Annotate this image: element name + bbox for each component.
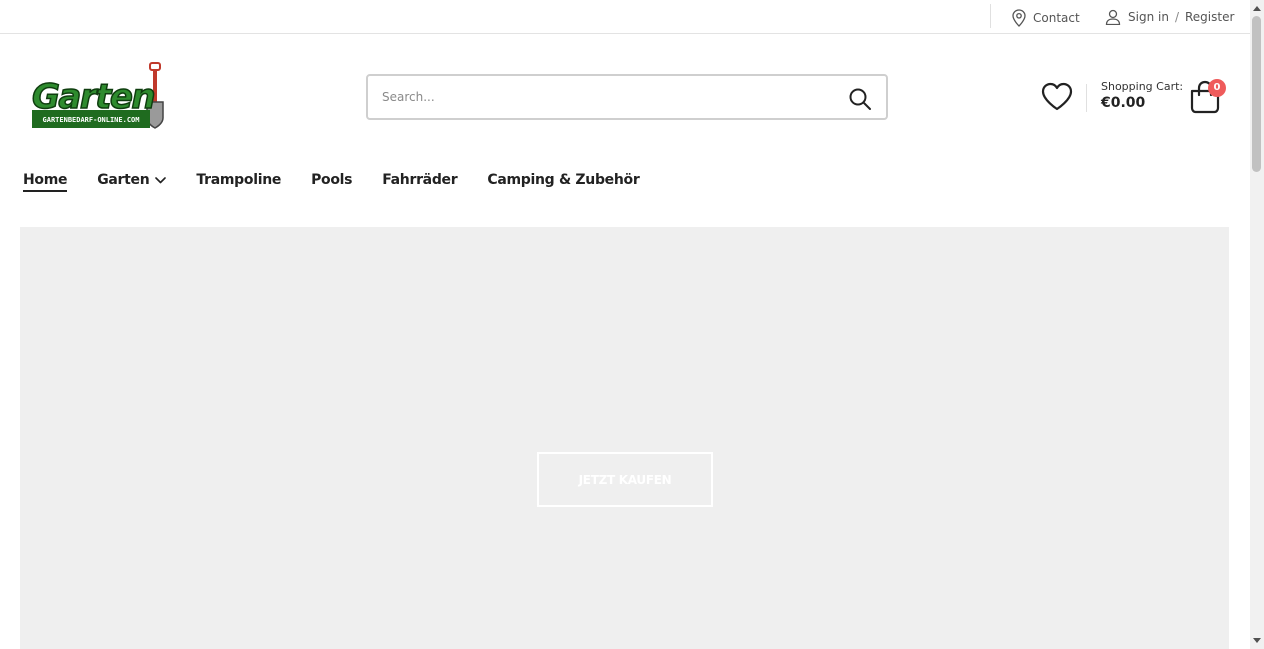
- contact-link[interactable]: Contact: [1012, 9, 1080, 27]
- top-bar: Contact Sign in / Register: [0, 0, 1250, 34]
- nav-item-label: Pools: [311, 172, 353, 188]
- search-box: [366, 74, 888, 120]
- scrollbar-thumb[interactable]: [1252, 16, 1261, 172]
- nav-item-label: Fahrräder: [382, 172, 458, 188]
- heart-icon: [1041, 82, 1073, 111]
- nav-item-home[interactable]: Home: [23, 172, 68, 192]
- cart-count-badge: 0: [1208, 79, 1226, 97]
- hero-banner: JETZT KAUFEN: [20, 227, 1229, 649]
- svg-text:GARTENBEDARF-ONLINE.COM: GARTENBEDARF-ONLINE.COM: [43, 116, 140, 124]
- cart-total: €0.00: [1101, 95, 1146, 111]
- top-bar-divider: [990, 4, 991, 28]
- page-scrollbar[interactable]: [1250, 0, 1264, 649]
- nav-item-label: Camping & Zubehör: [487, 172, 640, 188]
- search-input[interactable]: [382, 87, 822, 107]
- hero-shop-now-button[interactable]: JETZT KAUFEN: [537, 452, 713, 507]
- user-icon: [1105, 9, 1121, 25]
- garten-logo-icon: GARTENBEDARF-ONLINE.COM Garten: [31, 62, 164, 129]
- account-links: Sign in / Register: [1105, 9, 1234, 25]
- nav-item-camping[interactable]: Camping & Zubehör: [487, 172, 639, 188]
- nav-item-label: Garten: [97, 172, 150, 188]
- nav-item-pools[interactable]: Pools: [311, 172, 352, 188]
- cart-label: Shopping Cart:: [1101, 80, 1184, 93]
- header-divider: [1086, 84, 1087, 112]
- nav-item-label: Home: [23, 172, 68, 188]
- svg-text:Garten: Garten: [32, 77, 154, 117]
- site-logo[interactable]: GARTENBEDARF-ONLINE.COM Garten: [30, 60, 170, 132]
- scroll-up-arrow-icon[interactable]: [1252, 3, 1262, 15]
- scroll-down-arrow-icon[interactable]: [1252, 634, 1262, 646]
- wishlist-button[interactable]: [1041, 82, 1073, 112]
- account-separator: /: [1174, 10, 1179, 24]
- search-button[interactable]: [848, 87, 872, 111]
- register-link[interactable]: Register: [1185, 10, 1234, 24]
- contact-label: Contact: [1033, 11, 1080, 25]
- cart-summary[interactable]: Shopping Cart: €0.00: [1101, 80, 1183, 111]
- search-icon: [849, 88, 871, 110]
- signin-link[interactable]: Sign in: [1128, 10, 1169, 24]
- nav-item-fahrraeder[interactable]: Fahrräder: [382, 172, 457, 188]
- map-pin-icon: [1012, 9, 1026, 27]
- nav-item-garten[interactable]: Garten: [97, 172, 167, 188]
- nav-item-trampoline[interactable]: Trampoline: [196, 172, 281, 188]
- main-nav: Home Garten Trampoline Pools Fahrräder C…: [23, 172, 669, 192]
- chevron-down-icon: [155, 177, 167, 184]
- nav-item-label: Trampoline: [196, 172, 282, 188]
